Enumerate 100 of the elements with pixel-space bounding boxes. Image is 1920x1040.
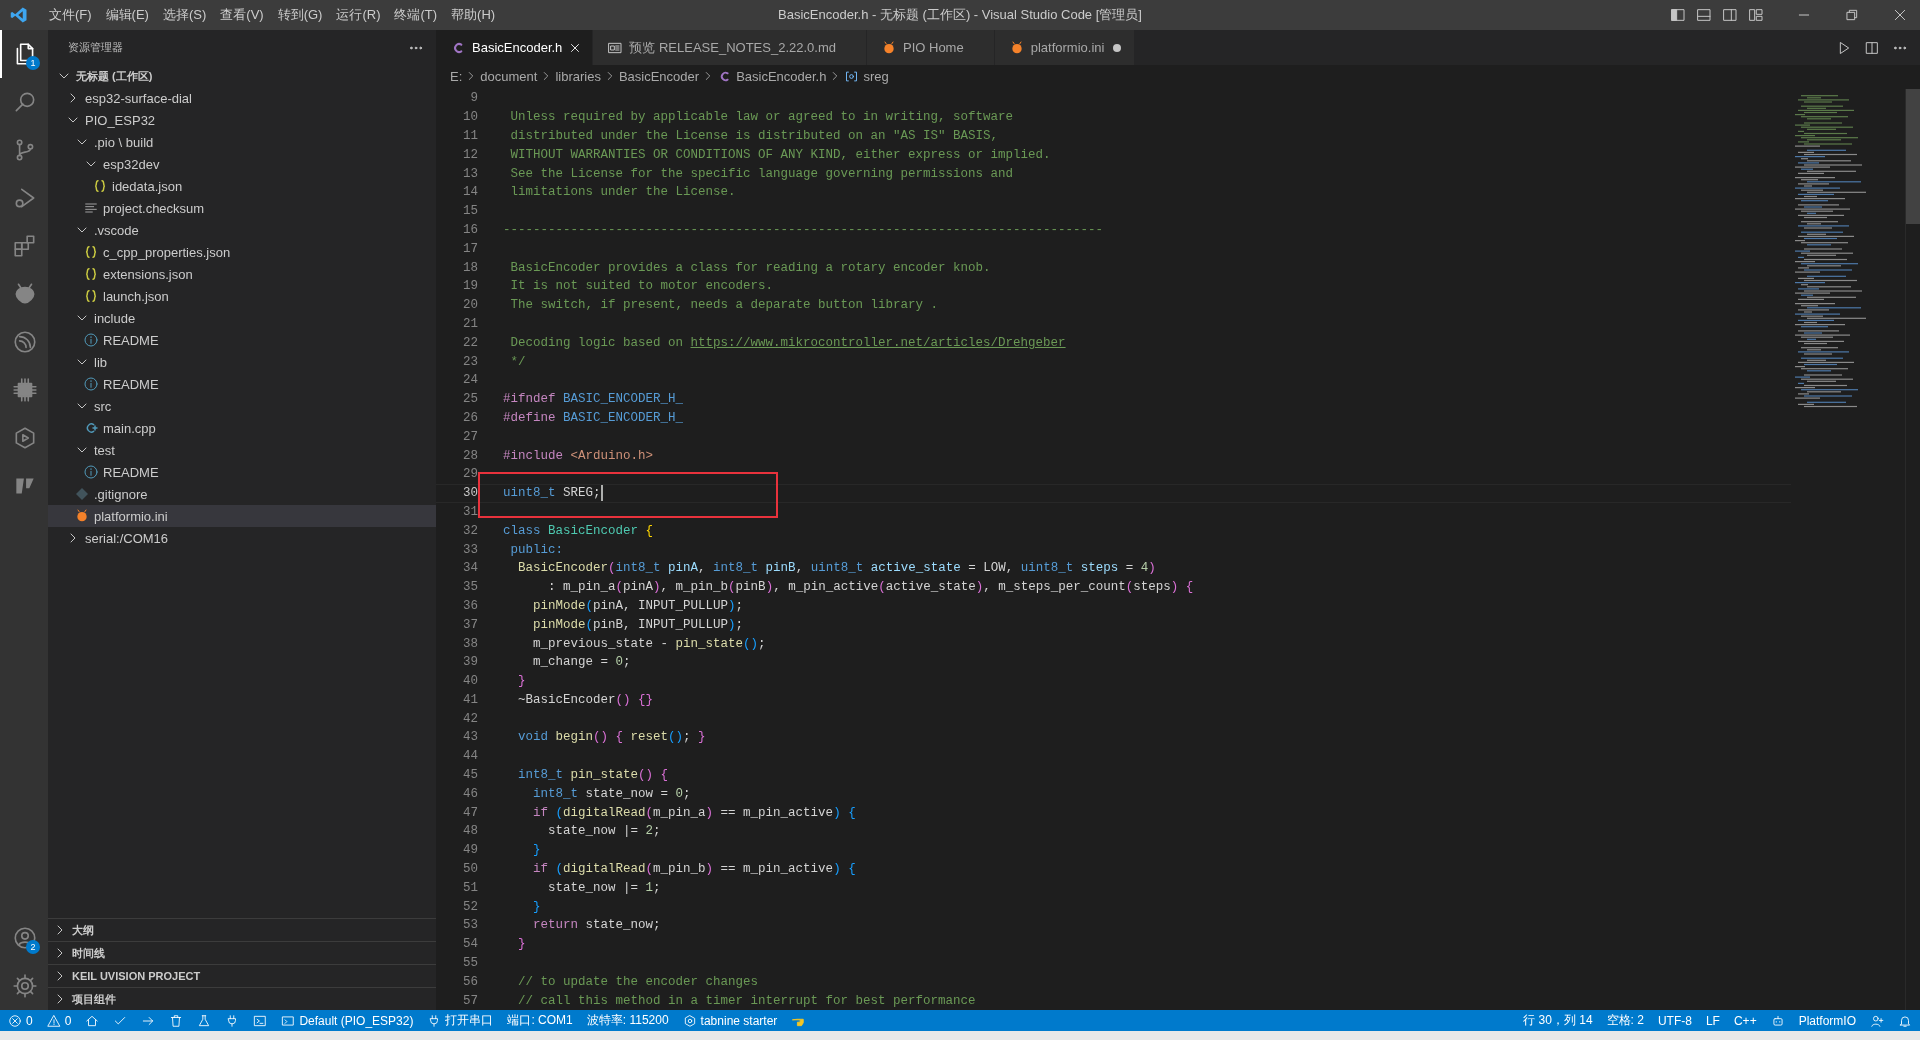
tree-item[interactable]: esp32dev (48, 153, 436, 175)
status-item[interactable]: Default (PIO_ESP32) (281, 1013, 414, 1028)
line-number: 33 (462, 542, 478, 557)
code-line: int8_t state_now = 0; (532, 786, 691, 801)
line-number: 25 (462, 392, 478, 407)
menu-item[interactable]: 转到(G) (270, 4, 330, 26)
status-item[interactable]: 端口: COM1 (507, 1012, 573, 1029)
tree-item[interactable]: project.checksum (48, 197, 436, 219)
bell-icon[interactable] (1898, 1013, 1912, 1028)
tree-item[interactable]: serial:/COM16 (48, 527, 436, 549)
breadcrumb-item[interactable]: document (480, 68, 538, 84)
menu-item[interactable]: 文件(F) (42, 4, 99, 26)
braces-icon (83, 266, 99, 282)
line-number: 45 (462, 768, 478, 783)
line-number: 44 (462, 749, 478, 764)
tree-item[interactable]: lib (48, 351, 436, 373)
menu-item[interactable]: 运行(R) (329, 4, 388, 26)
status-item[interactable]: PlatformIO (1798, 1013, 1856, 1028)
tree-item[interactable]: README (48, 461, 436, 483)
line-number: 52 (462, 899, 478, 914)
tree-item[interactable]: main.cpp (48, 417, 436, 439)
breadcrumb-item[interactable]: E: (450, 68, 463, 84)
grid-layout-icon[interactable] (1748, 7, 1764, 23)
code-line: -------------------------------------------------------------------------------- (503, 222, 1104, 237)
robot-icon[interactable] (1770, 1013, 1785, 1028)
braces-icon (92, 178, 108, 194)
line-number: 29 (462, 467, 478, 482)
menu-item[interactable]: 终端(T) (387, 4, 445, 26)
panel-layout-icon[interactable] (1696, 7, 1712, 23)
symbol-icon (844, 68, 860, 84)
line-number: 39 (462, 655, 478, 670)
menu-item[interactable]: 选择(S) (155, 4, 214, 26)
line-number: 56 (462, 974, 478, 989)
tree-item[interactable]: idedata.json (48, 175, 436, 197)
terminal-icon[interactable] (253, 1013, 268, 1028)
line-number: 38 (462, 636, 478, 651)
breadcrumb-item[interactable]: libraries (555, 68, 601, 84)
tree-item[interactable]: c_cpp_properties.json (48, 241, 436, 263)
split-editor-icon[interactable] (1864, 39, 1880, 56)
code-line: } (532, 899, 541, 914)
status-item[interactable]: UTF-8 (1657, 1013, 1692, 1028)
tree-item[interactable]: platformio.ini (48, 505, 436, 527)
code-line: pinMode(pinA, INPUT_PULLUP); (532, 598, 744, 613)
tree-item[interactable]: .pio \ build (48, 131, 436, 153)
activity-item[interactable]: 2 (0, 914, 48, 962)
restore-icon[interactable] (1844, 7, 1860, 23)
person-icon[interactable] (1870, 1013, 1884, 1028)
tree-item[interactable]: esp32-surface-dial (48, 87, 436, 109)
status-item[interactable]: LF (1705, 1013, 1720, 1028)
status-item[interactable]: 波特率: 115200 (586, 1012, 669, 1029)
editor-tab[interactable]: PIO Home (867, 30, 995, 65)
breadcrumb-item[interactable]: sreg (844, 68, 889, 84)
panel-title: 资源管理器 (68, 40, 123, 55)
line-number: 55 (462, 956, 478, 971)
code-line: It is not suited to motor encoders. (509, 279, 774, 294)
tree-item[interactable]: src (48, 395, 436, 417)
status-item[interactable]: tabnine starter (682, 1013, 778, 1028)
section-header[interactable]: 大纲 (48, 918, 436, 941)
status-item[interactable]: 0 (46, 1013, 72, 1028)
line-number: 12 (462, 147, 478, 162)
section-header[interactable]: KEIL UVISION PROJECT (48, 964, 436, 987)
line-number: 43 (462, 730, 478, 745)
status-item[interactable]: 行 30，列 14 (1523, 1012, 1593, 1029)
menu-item[interactable]: 编辑(E) (98, 4, 156, 26)
line-number: 54 (462, 937, 478, 952)
scrollbar-thumb[interactable] (1906, 89, 1920, 224)
status-item[interactable]: 空格: 2 (1606, 1012, 1644, 1029)
close-icon[interactable] (1892, 7, 1908, 23)
trash-icon[interactable] (169, 1013, 184, 1028)
code-link[interactable]: https://www.mikrocontroller.net/articles/Drehgeber (690, 335, 1066, 350)
editor-tab[interactable]: platformio.ini (994, 30, 1136, 65)
menu-item[interactable]: 帮助(H) (444, 4, 503, 26)
right-sidebar-layout-icon[interactable] (1722, 7, 1738, 23)
section-header[interactable]: 时间线 (48, 941, 436, 964)
editor-tab[interactable]: BasicEncoder.h (436, 30, 594, 65)
tree-item[interactable]: PIO_ESP32 (48, 109, 436, 131)
line-number: 28 (462, 448, 478, 463)
tree-item[interactable]: README (48, 329, 436, 351)
status-item[interactable]: 0 (8, 1013, 33, 1028)
tree-item[interactable]: launch.json (48, 285, 436, 307)
status-item[interactable]: 打开串口 (427, 1012, 494, 1029)
breadcrumb-item[interactable]: BasicEncoder (618, 68, 700, 84)
tree-item[interactable]: 无标题 (工作区) (48, 65, 436, 87)
editor-tab[interactable]: 预览 RELEASE_NOTES_2.22.0.md (593, 30, 867, 65)
count-badge: 1 (26, 56, 40, 70)
tree-item[interactable]: extensions.json (48, 263, 436, 285)
breadcrumb-item[interactable]: BasicEncoder.h (717, 68, 827, 84)
tree-item[interactable]: .gitignore (48, 483, 436, 505)
status-item[interactable]: C++ (1733, 1013, 1757, 1028)
code-line: pinMode(pinB, INPUT_PULLUP); (532, 617, 744, 632)
sidebar-layout-icon[interactable] (1670, 7, 1686, 23)
line-number: 47 (462, 805, 478, 820)
home-icon[interactable] (85, 1013, 100, 1028)
code-line: ~BasicEncoder() {} (517, 692, 654, 707)
tree-item[interactable]: README (48, 373, 436, 395)
tree-item[interactable]: include (48, 307, 436, 329)
tree-item[interactable]: .vscode (48, 219, 436, 241)
tree-item[interactable]: test (48, 439, 436, 461)
flask-icon[interactable] (197, 1013, 212, 1028)
menu-item[interactable]: 查看(V) (213, 4, 271, 26)
